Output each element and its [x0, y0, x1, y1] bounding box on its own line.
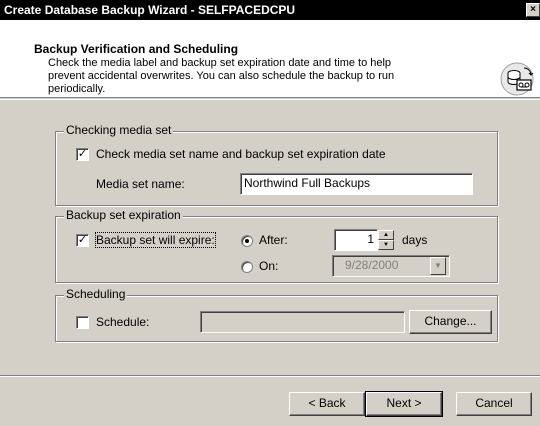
page-description: Check the media label and backup set exp…: [48, 57, 395, 95]
spin-down-arrow-icon[interactable]: ▼: [378, 240, 394, 250]
schedule-checkbox[interactable]: [76, 316, 89, 329]
after-label[interactable]: After:: [259, 233, 288, 247]
media-set-name-input[interactable]: Northwind Full Backups: [240, 173, 473, 195]
after-radio[interactable]: [241, 235, 253, 247]
page-title: Backup Verification and Scheduling: [34, 42, 239, 56]
check-media-set-checkbox[interactable]: ✓: [76, 148, 89, 161]
backup-expire-checkbox[interactable]: ✓: [76, 234, 89, 247]
combo-dropdown-icon[interactable]: ▼: [430, 257, 446, 275]
next-button[interactable]: Next >: [365, 391, 443, 417]
back-button[interactable]: < Back: [289, 392, 365, 416]
spin-up-arrow-icon[interactable]: ▲: [378, 230, 394, 240]
cancel-button[interactable]: Cancel: [456, 392, 532, 416]
backup-expiration-group-label: Backup set expiration: [64, 208, 183, 222]
footer-separator: [0, 375, 540, 377]
wizard-window: Create Database Backup Wizard - SELFPACE…: [0, 0, 540, 426]
media-set-name-label: Media set name:: [96, 177, 185, 191]
on-radio[interactable]: [241, 261, 253, 273]
backup-expire-label[interactable]: Backup set will expire:: [95, 232, 216, 248]
database-backup-icon: [500, 62, 534, 96]
days-spin-input[interactable]: 1: [334, 229, 378, 251]
scheduling-group-label: Scheduling: [64, 287, 128, 301]
wizard-header: Backup Verification and Scheduling Check…: [0, 20, 540, 98]
close-button[interactable]: ×: [526, 3, 540, 17]
header-divider: [0, 99, 540, 100]
change-schedule-button[interactable]: Change...: [409, 310, 492, 334]
check-media-set-label[interactable]: Check media set name and backup set expi…: [96, 147, 386, 161]
days-label: days: [402, 233, 428, 247]
days-spinner[interactable]: ▲ ▼: [378, 230, 394, 250]
schedule-label[interactable]: Schedule:: [96, 315, 149, 329]
window-title: Create Database Backup Wizard - SELFPACE…: [4, 3, 296, 17]
title-bar[interactable]: Create Database Backup Wizard - SELFPACE…: [0, 0, 540, 20]
checking-media-group-label: Checking media set: [64, 123, 174, 137]
schedule-input: [200, 311, 405, 333]
on-label[interactable]: On:: [259, 259, 278, 273]
